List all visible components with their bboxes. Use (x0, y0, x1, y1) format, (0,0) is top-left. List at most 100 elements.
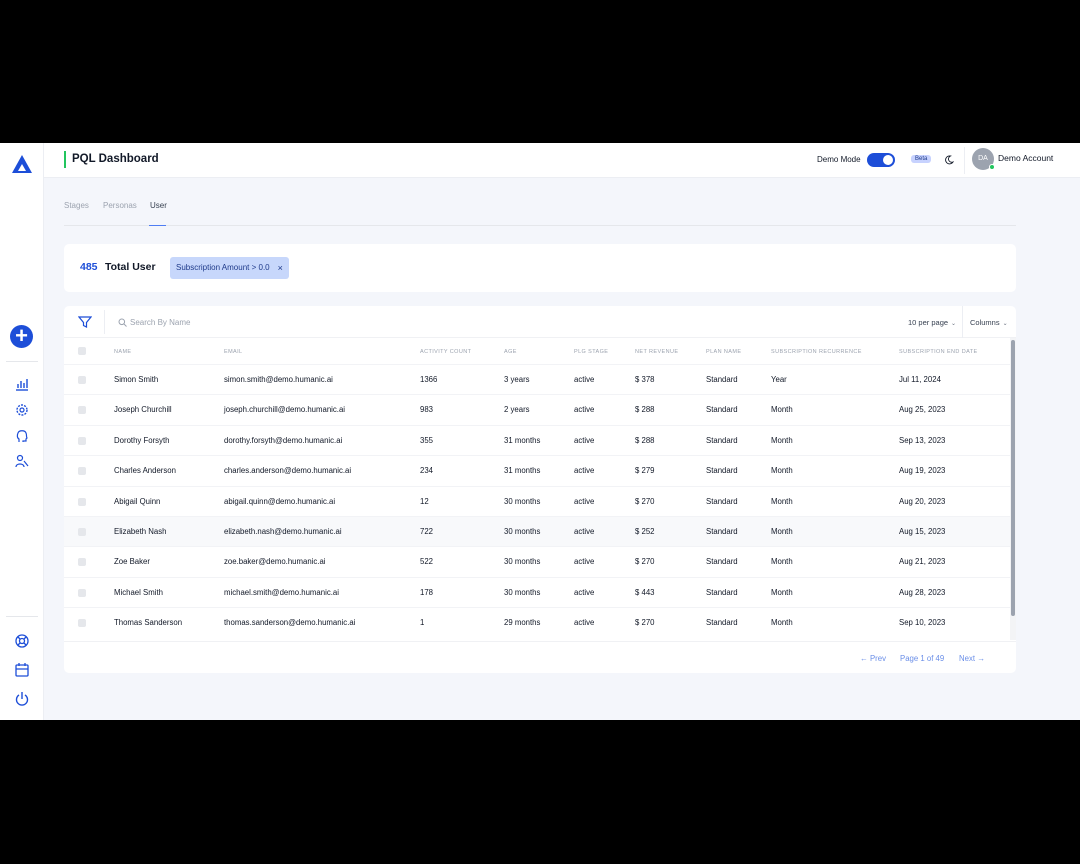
column-header[interactable]: Email (224, 349, 243, 355)
plg-stage-cell: active (574, 375, 595, 384)
gear-icon[interactable] (14, 402, 30, 418)
row-checkbox[interactable] (78, 467, 86, 476)
add-button[interactable]: + (10, 325, 33, 348)
column-header[interactable]: Name (114, 349, 132, 355)
net-revenue-cell: $ 252 (635, 527, 655, 536)
page-title: PQL Dashboard (72, 153, 159, 165)
table-row[interactable]: Joseph Churchill joseph.churchill@demo.hu… (64, 394, 1010, 424)
filter-funnel-icon[interactable] (78, 315, 92, 329)
chevron-down-icon: ⌄ (951, 321, 957, 327)
table-row[interactable]: Abigail Quinn abigail.quinn@demo.humanic.… (64, 485, 1010, 516)
row-checkbox[interactable] (78, 619, 86, 628)
net-revenue-cell: $ 378 (635, 375, 655, 384)
moon-icon[interactable] (944, 155, 954, 165)
age-cell: 31 months (504, 435, 541, 445)
chevron-down-icon: ⌄ (1002, 321, 1008, 327)
email-cell: dorothy.forsyth@demo.humanic.ai (224, 435, 343, 445)
column-header[interactable]: Activity Count (420, 349, 471, 355)
avatar[interactable]: DA (972, 148, 995, 170)
topbar-divider (964, 147, 965, 174)
total-user-label: Total User (105, 261, 156, 273)
select-all-checkbox[interactable] (78, 347, 86, 355)
table-row[interactable]: Dorothy Forsyth dorothy.forsyth@demo.huma… (64, 424, 1010, 455)
subscription-recurrence-cell: Month (771, 496, 793, 506)
age-cell: 30 months (504, 496, 541, 506)
tab-stages[interactable]: Stages (64, 201, 89, 210)
columns-button[interactable]: Columns ⌄ (970, 318, 1008, 327)
column-header[interactable]: Plan Name (706, 349, 741, 355)
row-checkbox[interactable] (78, 406, 86, 415)
table-footer: ← Prev Page 1 of 49 Next → (64, 641, 1016, 673)
top-bar: PQL Dashboard Demo Mode Beta DA Demo Acc… (44, 143, 1080, 178)
per-page-label: 10 per page (908, 318, 949, 327)
user-name-cell: Charles Anderson (114, 466, 176, 476)
demo-mode-label: Demo Mode (817, 155, 861, 164)
email-cell: charles.anderson@demo.humanic.ai (224, 466, 352, 476)
email-cell: joseph.churchill@demo.humanic.ai (224, 405, 346, 415)
calendar-icon[interactable] (14, 662, 30, 678)
online-status-dot (989, 164, 995, 170)
search-input[interactable] (130, 314, 330, 330)
user-name-cell: Joseph Churchill (114, 405, 172, 415)
column-header[interactable]: Net Revenue (635, 349, 678, 355)
age-cell: 3 years (504, 375, 530, 384)
row-checkbox[interactable] (78, 588, 86, 597)
tab-user[interactable]: User (150, 201, 167, 210)
column-header[interactable]: Age (504, 349, 517, 355)
activity-count-cell: 234 (420, 466, 434, 476)
per-page-select[interactable]: 10 per page ⌄ (908, 318, 956, 327)
subscription-end-date-cell: Aug 25, 2023 (899, 405, 946, 415)
prev-page-button[interactable]: ← Prev (860, 654, 886, 663)
plg-stage-cell: active (574, 587, 595, 597)
lifebuoy-icon[interactable] (14, 633, 30, 649)
head-icon[interactable] (14, 428, 30, 444)
plan-name-cell: Standard (706, 557, 738, 567)
row-checkbox[interactable] (78, 376, 86, 384)
column-header[interactable]: Subscription End Date (899, 349, 978, 355)
tab-bar: Stages Personas User (64, 200, 1016, 226)
activity-count-cell: 178 (420, 587, 434, 597)
table-row[interactable]: Charles Anderson charles.anderson@demo.hu… (64, 455, 1010, 485)
activity-count-cell: 983 (420, 405, 434, 415)
row-checkbox[interactable] (78, 528, 86, 536)
account-name[interactable]: Demo Account (998, 153, 1053, 163)
search-icon (118, 318, 127, 327)
subscription-end-date-cell: Aug 20, 2023 (899, 496, 946, 506)
demo-mode-toggle[interactable] (867, 153, 895, 167)
chart-icon[interactable] (14, 376, 30, 392)
activity-count-cell: 355 (420, 435, 434, 445)
users-icon[interactable] (14, 453, 30, 469)
close-icon[interactable]: × (278, 257, 283, 279)
table-toolbar: 10 per page⌄ Columns⌄ (64, 306, 1016, 338)
activity-count-cell: 1 (420, 618, 425, 628)
subscription-recurrence-cell: Month (771, 527, 793, 536)
user-name-cell: Thomas Sanderson (114, 618, 183, 628)
row-checkbox[interactable] (78, 436, 86, 445)
tab-personas[interactable]: Personas (103, 201, 137, 210)
active-tab-indicator (149, 225, 166, 226)
column-header[interactable]: PLG Stage (574, 349, 608, 355)
net-revenue-cell: $ 443 (635, 587, 655, 597)
column-header[interactable]: Subscription Recurrence (771, 349, 862, 355)
net-revenue-cell: $ 288 (635, 435, 655, 445)
filter-chip[interactable]: Subscription Amount > 0.0 × (170, 257, 289, 279)
row-checkbox[interactable] (78, 497, 86, 506)
scrollbar-thumb[interactable] (1011, 340, 1015, 616)
table-row[interactable]: Michael Smith michael.smith@demo.humanic.… (64, 576, 1010, 607)
table-row[interactable]: Elizabeth Nash elizabeth.nash@demo.humani… (64, 516, 1010, 547)
table-row[interactable]: Thomas Sanderson thomas.sanderson@demo.hu… (64, 607, 1010, 637)
plan-name-cell: Standard (706, 587, 738, 597)
summary-card: 485 Total User Subscription Amount > 0.0… (64, 244, 1016, 292)
sidebar: + (0, 143, 44, 720)
table-row[interactable]: Zoe Baker zoe.baker@demo.humanic.ai 522 30 … (64, 546, 1010, 576)
table-row[interactable]: Simon Smith simon.smith@demo.humanic.ai 13… (64, 364, 1010, 394)
activity-count-cell: 722 (420, 527, 434, 536)
row-checkbox[interactable] (78, 558, 86, 567)
power-icon[interactable] (14, 691, 30, 707)
logo-triangle-icon[interactable] (11, 154, 33, 174)
app-window: + PQL Dashboard Demo Mode Beta DA Demo A… (0, 143, 1080, 720)
subscription-end-date-cell: Jul 11, 2024 (899, 375, 941, 384)
subscription-recurrence-cell: Month (771, 587, 793, 597)
next-page-button[interactable]: Next → (959, 654, 985, 663)
age-cell: 30 months (504, 557, 541, 567)
